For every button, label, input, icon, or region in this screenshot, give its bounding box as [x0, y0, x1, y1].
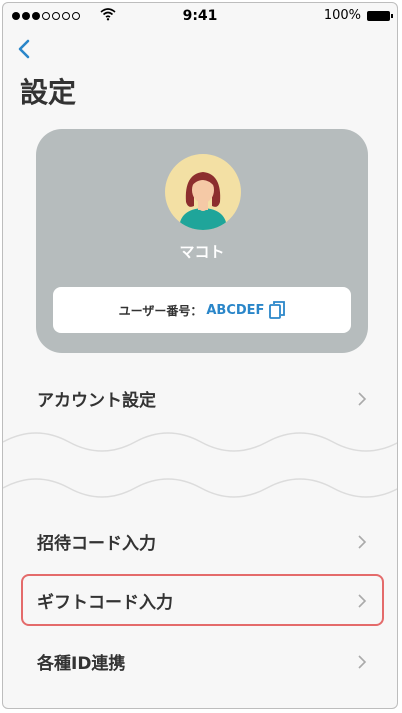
phone-frame: 9:41 100% 設定 マコト ユーザー番号： ABCDEF アカウント設定 … — [2, 2, 398, 709]
wave-break-divider — [3, 432, 397, 508]
menu-item-account-settings[interactable]: アカウント設定 — [3, 378, 397, 418]
user-id-value: ABCDEF — [206, 302, 265, 318]
menu-item-label: 招待コード入力 — [37, 533, 156, 554]
user-id-label: ユーザー番号： — [118, 303, 203, 318]
menu-item-invite-code[interactable]: 招待コード入力 — [3, 521, 397, 561]
copy-icon[interactable] — [269, 301, 286, 319]
battery-percentage: 100% — [323, 8, 361, 23]
profile-card: マコト ユーザー番号： ABCDEF — [36, 129, 368, 353]
chevron-right-icon — [358, 655, 367, 669]
menu-item-label: アカウント設定 — [37, 390, 156, 411]
user-id-box: ユーザー番号： ABCDEF — [53, 287, 351, 333]
page-title: 設定 — [20, 76, 77, 109]
chevron-right-icon — [358, 392, 367, 406]
menu-item-label: 各種ID連携 — [37, 653, 126, 674]
highlight-box — [21, 574, 384, 626]
battery-icon — [367, 11, 393, 21]
chevron-right-icon — [358, 535, 367, 549]
back-chevron-icon[interactable] — [13, 37, 37, 61]
status-bar: 9:41 100% — [3, 3, 397, 29]
menu-item-id-linking[interactable]: 各種ID連携 — [3, 641, 397, 681]
profile-username: マコト — [179, 243, 225, 261]
user-avatar-icon — [165, 154, 241, 230]
